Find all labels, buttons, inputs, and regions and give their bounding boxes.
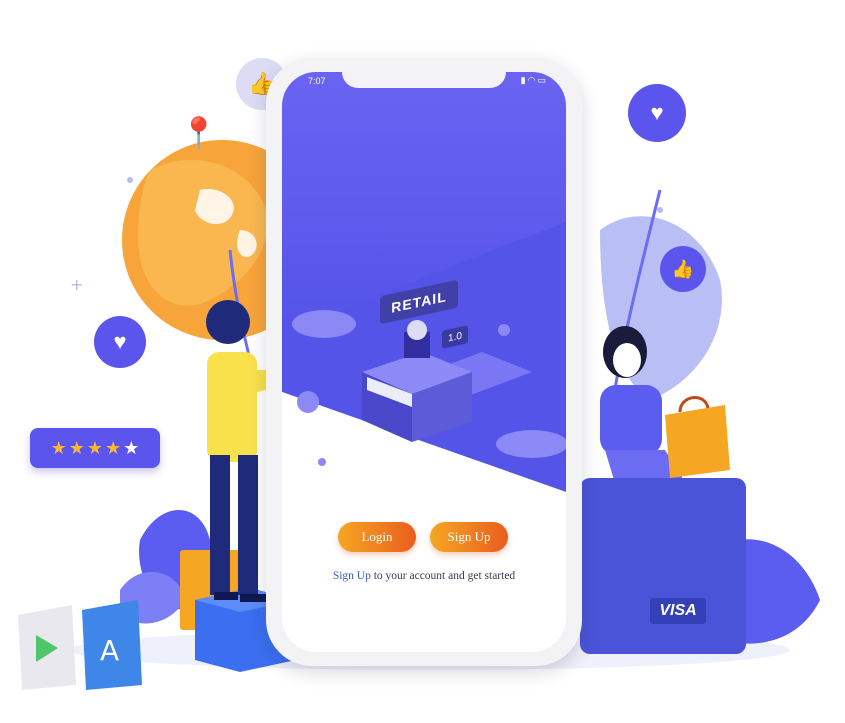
status-time: 7:07 [308, 76, 326, 86]
star-icon: ★ [123, 437, 140, 458]
credit-card [580, 478, 746, 654]
star-half-icon: ★ [105, 437, 122, 458]
login-button[interactable]: Login [338, 522, 416, 552]
illustration-scene: + A 👍 ♥ 👍 ♥ 📍 ★ ★ ★ ★ ★ VISA 7:07 ▮◠▭ Lo… [0, 0, 845, 723]
battery-icon: ▭ [537, 75, 548, 85]
signup-button[interactable]: Sign Up [430, 522, 508, 552]
signal-icon: ▮ [520, 75, 528, 85]
heart-icon: ♥ [650, 100, 664, 125]
thumbs-up-icon: 👍 [671, 258, 695, 279]
heart-bubble-left: ♥ [94, 316, 146, 368]
google-play-bag-icon [18, 605, 76, 690]
star-icon: ★ [68, 437, 85, 458]
svg-text:A: A [100, 634, 119, 667]
tagline-text: to your account and get started [373, 570, 516, 582]
thumbs-up-bubble-right: 👍 [660, 246, 706, 292]
location-pin-icon: 📍 [180, 117, 218, 150]
rating-badge: ★ ★ ★ ★ ★ [30, 428, 160, 468]
status-icons: ▮◠▭ [521, 75, 548, 86]
svg-text:+: + [70, 275, 83, 294]
signup-link[interactable]: Sign Up [333, 570, 371, 582]
signup-tagline: Sign Up to your account and get started [282, 570, 566, 582]
heart-bubble-top: ♥ [628, 84, 686, 142]
app-store-bag-icon: A [82, 600, 142, 690]
star-icon: ★ [50, 437, 67, 458]
heart-icon: ♥ [113, 329, 127, 354]
phone-screen: 7:07 ▮◠▭ Login Sign Up Sign Up to your a… [282, 72, 566, 652]
phone-notch [342, 72, 506, 88]
wifi-icon: ◠ [527, 75, 538, 85]
card-brand: VISA [650, 598, 706, 624]
star-icon: ★ [86, 437, 104, 458]
